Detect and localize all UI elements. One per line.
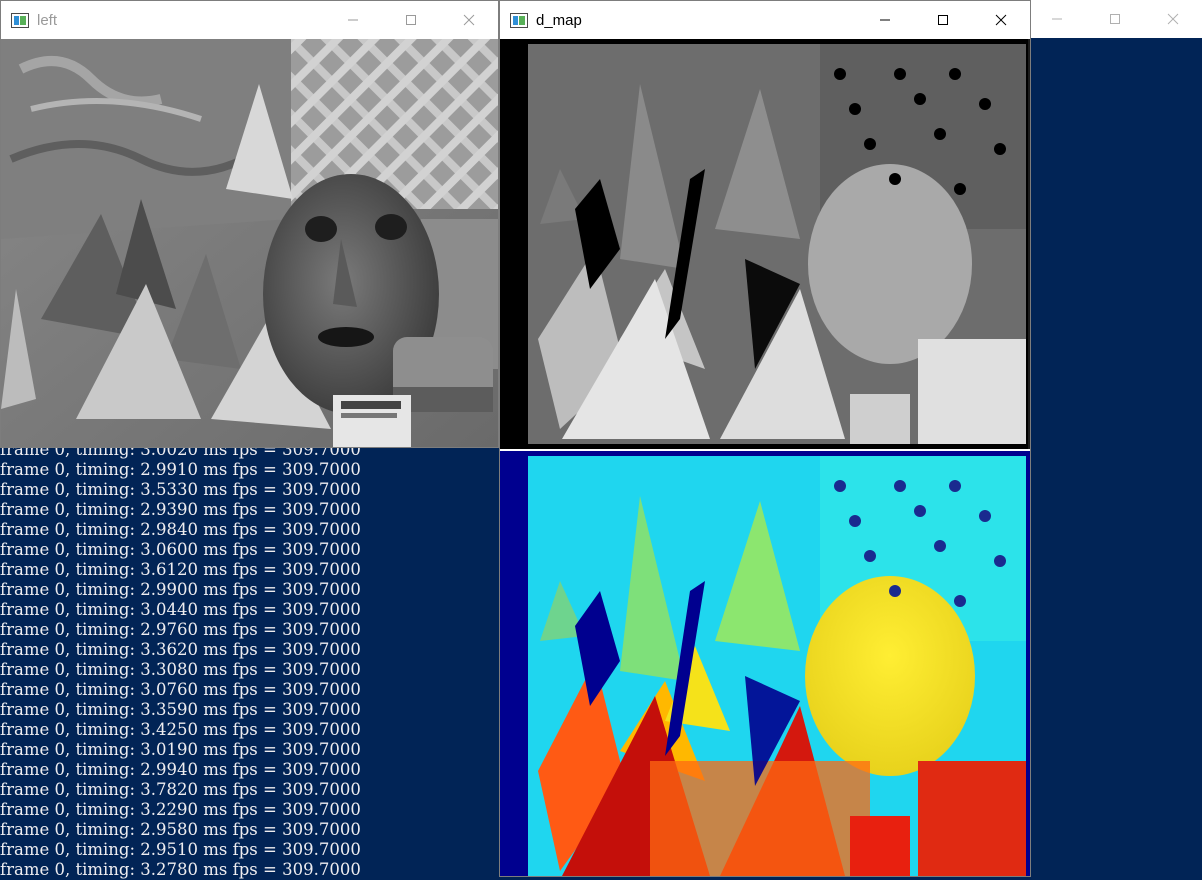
window-controls [324,1,498,39]
console-line: frame 0, timing: 3.3080 ms fps = 309.700… [0,660,361,679]
close-icon [463,14,475,26]
console-line: frame 0, timing: 3.0190 ms fps = 309.700… [0,740,361,759]
console-line: frame 0, timing: 2.9510 ms fps = 309.700… [0,840,361,859]
console-line: frame 0, timing: 3.6120 ms fps = 309.700… [0,560,361,579]
maximize-button[interactable] [382,1,440,39]
console-line: frame 0, timing: 3.3620 ms fps = 309.700… [0,640,361,659]
minimize-icon [1052,18,1062,20]
console-line: frame 0, timing: 2.9580 ms fps = 309.700… [0,820,361,839]
console-line: frame 0, timing: 2.9940 ms fps = 309.700… [0,760,361,779]
maximize-button[interactable] [1086,0,1144,38]
maximize-button[interactable] [914,1,972,39]
close-button[interactable] [972,1,1030,39]
console-line: frame 0, timing: 3.2780 ms fps = 309.700… [0,860,361,879]
close-icon [995,14,1007,26]
console-titlebar[interactable] [1029,0,1202,38]
disparity-map-colormap-image [500,451,1030,876]
minimize-button[interactable] [856,1,914,39]
console-line: frame 0, timing: 3.0760 ms fps = 309.700… [0,680,361,699]
window-title: left [37,11,58,29]
close-icon [1167,13,1179,25]
d-map-window[interactable]: d_map [499,0,1031,877]
console-line: frame 0, timing: 3.0600 ms fps = 309.700… [0,540,361,559]
minimize-button[interactable] [324,1,382,39]
d-map-window-titlebar[interactable]: d_map [500,1,1030,39]
window-controls [1028,0,1202,38]
minimize-icon [880,19,890,21]
opencv-app-icon [11,12,29,28]
d-map-canvas[interactable] [500,39,1030,876]
left-image-window[interactable]: left [0,0,499,448]
console-line: frame 0, timing: 3.7820 ms fps = 309.700… [0,780,361,799]
console-line: frame 0, timing: 2.9900 ms fps = 309.700… [0,580,361,599]
console-window[interactable] [1029,0,1202,38]
console-lines: frame 0, timing: 3.0020 ms fps = 309.700… [0,440,361,880]
maximize-icon [938,15,948,25]
left-window-titlebar[interactable]: left [1,1,498,39]
disparity-map-grayscale-image [500,39,1030,449]
console-line: frame 0, timing: 3.5330 ms fps = 309.700… [0,480,361,499]
minimize-icon [348,19,358,21]
console-line: frame 0, timing: 3.2290 ms fps = 309.700… [0,800,361,819]
console-line: frame 0, timing: 3.4250 ms fps = 309.700… [0,720,361,739]
console-line: frame 0, timing: 2.9390 ms fps = 309.700… [0,500,361,519]
window-controls [856,1,1030,39]
console-line: frame 0, timing: 3.3590 ms fps = 309.700… [0,700,361,719]
console-line: frame 0, timing: 2.9910 ms fps = 309.700… [0,460,361,479]
console-line: frame 0, timing: 3.0440 ms fps = 309.700… [0,600,361,619]
window-title: d_map [536,11,582,29]
console-line: frame 0, timing: 2.9760 ms fps = 309.700… [0,620,361,639]
opencv-app-icon [510,12,528,28]
maximize-icon [406,15,416,25]
console-line: frame 0, timing: 2.9840 ms fps = 309.700… [0,520,361,539]
maximize-icon [1110,14,1120,24]
minimize-button[interactable] [1028,0,1086,38]
close-button[interactable] [440,1,498,39]
stereo-left-grayscale-image [1,39,498,447]
close-button[interactable] [1144,0,1202,38]
left-image-canvas[interactable] [1,39,498,447]
